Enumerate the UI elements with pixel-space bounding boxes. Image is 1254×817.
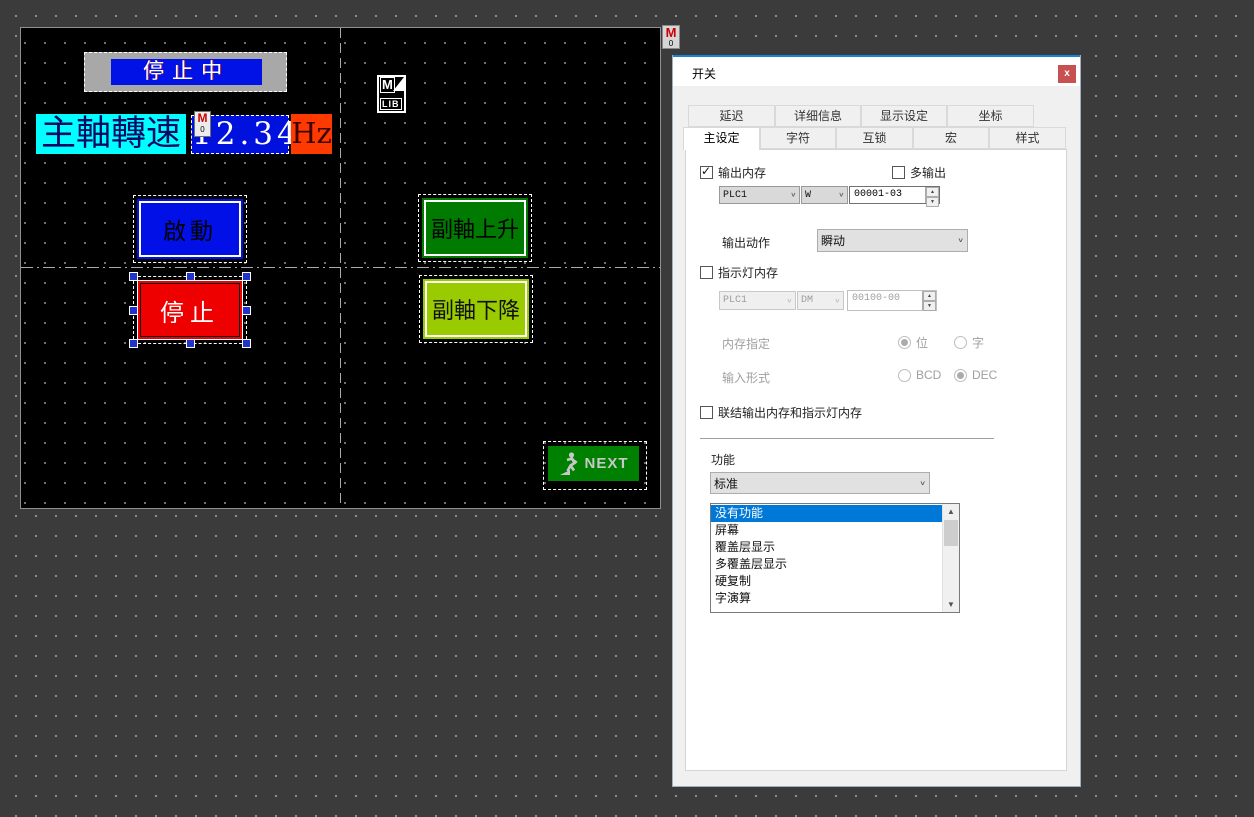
list-item[interactable]: 屏幕: [711, 522, 942, 539]
list-item[interactable]: 多覆盖层显示: [711, 556, 942, 573]
output-device-combo[interactable]: PLC1∨: [719, 186, 800, 204]
radio-bit: 位: [898, 334, 928, 351]
radio-word: 字: [954, 334, 984, 351]
close-icon[interactable]: x: [1058, 65, 1076, 83]
selection-handle[interactable]: [242, 339, 251, 348]
lamp-stop-widget[interactable]: 停止中: [84, 52, 287, 92]
output-address-spinner[interactable]: 00001-03 ▲▼: [849, 186, 940, 204]
running-man-icon: [558, 451, 580, 477]
stop-button-label: 停止: [140, 283, 240, 337]
output-action-label: 输出动作: [722, 234, 770, 251]
tab-macro[interactable]: 宏: [913, 127, 989, 149]
selection-handle[interactable]: [129, 339, 138, 348]
output-memory-checkbox[interactable]: ✓ 输出内存: [700, 164, 766, 181]
dialog-titlebar[interactable]: 开关 x: [673, 55, 1080, 86]
tab-display-setting[interactable]: 显示设定: [861, 105, 947, 127]
tab-style[interactable]: 样式: [989, 127, 1066, 149]
spindle-speed-label[interactable]: 主軸轉速: [36, 114, 186, 154]
selection-handle[interactable]: [186, 339, 195, 348]
output-type-combo[interactable]: W∨: [801, 186, 848, 204]
macro-item-icon[interactable]: M 0: [662, 25, 680, 49]
checkbox-checked[interactable]: ✓: [700, 166, 713, 179]
mlib-icon[interactable]: M LIB: [377, 75, 406, 113]
tab-character[interactable]: 字符: [760, 127, 836, 149]
tab-detail-info[interactable]: 详细信息: [775, 105, 861, 127]
stop-button-widget[interactable]: 停止: [133, 276, 247, 344]
start-button-widget[interactable]: 啟動: [133, 195, 247, 263]
function-listbox[interactable]: 没有功能 屏幕 覆盖层显示 多覆盖层显示 硬复制 字演算 ▲ ▼: [710, 503, 960, 613]
spinner-arrows[interactable]: ▲▼: [925, 187, 939, 203]
sub-axis-down-widget[interactable]: 副軸下降: [419, 275, 533, 343]
sub-axis-up-widget[interactable]: 副軸上升: [418, 194, 532, 262]
spinner-arrows: ▲▼: [922, 291, 936, 310]
sub-axis-down-label: 副軸下降: [425, 281, 527, 337]
lamp-type-combo: DM∨: [797, 291, 844, 310]
dialog-title: 开关: [692, 65, 716, 82]
next-button-label: NEXT: [584, 455, 628, 472]
list-item[interactable]: 没有功能: [711, 505, 942, 522]
tab-coordinates[interactable]: 坐标: [947, 105, 1034, 127]
selection-handle[interactable]: [129, 306, 138, 315]
selection-handle[interactable]: [186, 272, 195, 281]
memory-spec-label: 内存指定: [722, 335, 770, 352]
sub-axis-up-label: 副軸上升: [424, 200, 526, 256]
multi-output-checkbox[interactable]: 多输出: [892, 164, 946, 181]
switch-settings-dialog: 开关 x 延迟 详细信息 显示设定 坐标 主设定 字符 互锁 宏 样式 ✓ 输出…: [672, 55, 1081, 787]
radio-bcd: BCD: [898, 368, 941, 382]
selection-handle[interactable]: [129, 272, 138, 281]
tab-main-setting[interactable]: 主设定: [683, 127, 760, 150]
scroll-down-icon[interactable]: ▼: [943, 597, 959, 612]
mlib-diagonal-shape: [392, 77, 404, 93]
lamp-address-spinner: 00100-00 ▲▼: [847, 290, 937, 311]
macro-badge-icon: M 0: [194, 111, 211, 137]
tab-delay[interactable]: 延迟: [688, 105, 775, 127]
input-format-label: 输入形式: [722, 369, 770, 386]
scrollbar-thumb[interactable]: [944, 520, 958, 546]
vertical-guide-line: [340, 28, 341, 508]
listbox-scrollbar[interactable]: ▲ ▼: [942, 504, 959, 612]
function-category-combo[interactable]: 标准∨: [710, 472, 930, 494]
lamp-device-combo: PLC1∨: [719, 291, 796, 310]
next-button-widget[interactable]: NEXT: [543, 441, 647, 490]
list-item[interactable]: 字演算: [711, 590, 942, 607]
selection-handle[interactable]: [242, 306, 251, 315]
unit-hz-label[interactable]: Hz: [291, 114, 332, 154]
lamp-stop-label: 停止中: [111, 59, 262, 85]
lamp-memory-checkbox[interactable]: 指示灯内存: [700, 264, 778, 281]
screen-canvas[interactable]: 停止中 主軸轉速 12.34 M 0 Hz M LIB 啟動 停止 副軸上升 副…: [20, 27, 661, 509]
link-output-lamp-checkbox[interactable]: 联结输出内存和指示灯内存: [700, 404, 862, 421]
function-label: 功能: [711, 451, 735, 468]
output-action-combo[interactable]: 瞬动∨: [817, 229, 968, 252]
checkbox-unchecked[interactable]: [700, 266, 713, 279]
start-button-label: 啟動: [139, 201, 241, 257]
checkbox-unchecked[interactable]: [892, 166, 905, 179]
list-item[interactable]: 覆盖层显示: [711, 539, 942, 556]
radio-dec: DEC: [954, 368, 997, 382]
main-setting-panel: ✓ 输出内存 多输出 PLC1∨ W∨ 00001-03 ▲▼ 输出动作 瞬动∨…: [685, 149, 1067, 771]
tab-interlock[interactable]: 互锁: [836, 127, 913, 149]
scroll-up-icon[interactable]: ▲: [943, 504, 959, 519]
list-item[interactable]: 硬复制: [711, 573, 942, 590]
checkbox-unchecked[interactable]: [700, 406, 713, 419]
section-divider: [700, 438, 994, 439]
selection-handle[interactable]: [242, 272, 251, 281]
